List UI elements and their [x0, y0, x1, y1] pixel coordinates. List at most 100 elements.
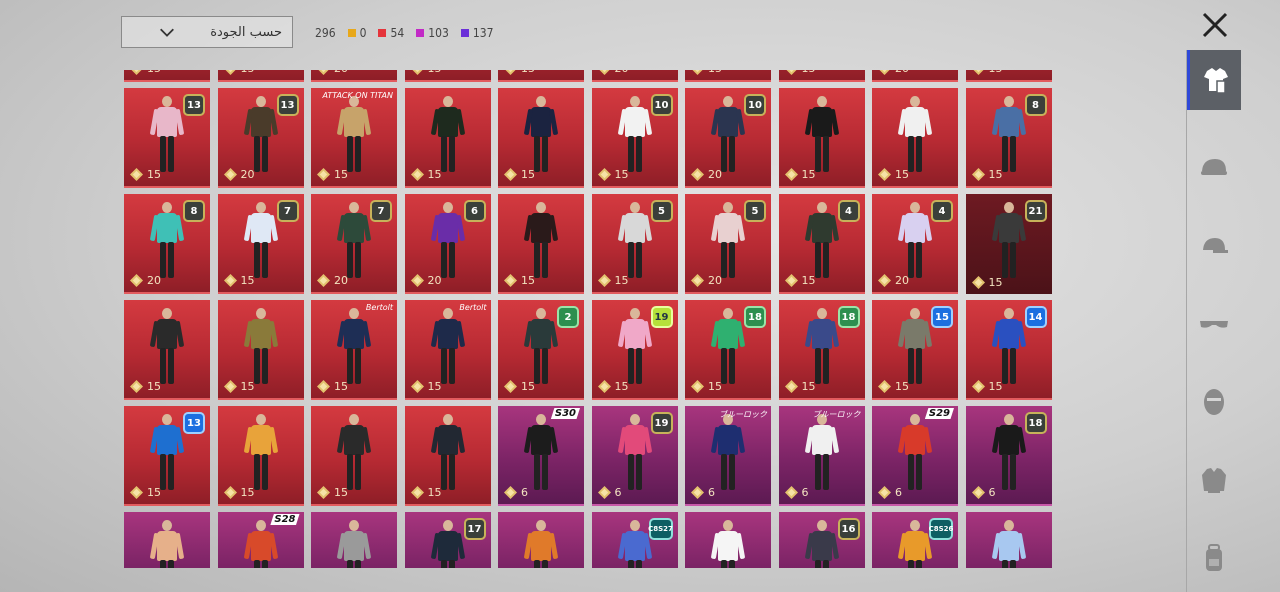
item-price-value: 20	[708, 274, 722, 287]
helmet-icon	[1201, 159, 1227, 175]
outfit-card[interactable]	[124, 512, 210, 568]
item-price: 15	[223, 380, 255, 393]
outfit-card[interactable]: 21 15	[965, 194, 1052, 294]
outfit-card[interactable]: 18 15	[685, 300, 771, 400]
outfit-thumbnail	[710, 96, 746, 174]
outfit-thumbnail	[897, 96, 933, 174]
outfit-card[interactable]: 13 15	[124, 88, 210, 188]
outfit-card[interactable]: 13 20	[217, 88, 304, 188]
outfit-card[interactable]: 7 15	[217, 194, 304, 294]
outfit-card[interactable]: ATTACK ON TITAN 15	[311, 88, 397, 188]
outfit-card[interactable]: 19 6	[591, 406, 678, 506]
outfit-card[interactable]: 4 15	[778, 194, 865, 294]
outfit-card[interactable]: 20	[872, 70, 958, 82]
outfit-thumbnail	[523, 414, 559, 492]
outfit-card[interactable]: 10 20	[685, 88, 771, 188]
outfit-card[interactable]: 15	[498, 194, 584, 294]
outfit-card[interactable]: 15	[404, 70, 491, 82]
outfit-card[interactable]: 4 20	[872, 194, 958, 294]
outfit-thumbnail	[430, 308, 465, 386]
outfit-card[interactable]: 17	[404, 512, 491, 568]
outfit-card[interactable]: 15	[404, 406, 491, 506]
coin-icon	[225, 70, 235, 75]
outfit-card[interactable]: ブルーロック 6	[778, 406, 865, 506]
outfit-card[interactable]: C8S27	[591, 512, 678, 568]
outfit-card[interactable]	[965, 512, 1052, 568]
outfit-card[interactable]: 13 15	[124, 406, 210, 506]
outfit-card[interactable]: 15	[498, 88, 584, 188]
outfit-card[interactable]: 2 15	[498, 300, 584, 400]
outfit-thumbnail	[336, 96, 372, 174]
outfit-card[interactable]: 5 20	[685, 194, 771, 294]
outfit-thumbnail	[804, 96, 839, 174]
outfit-thumbnail	[710, 308, 746, 386]
items-grid-viewport[interactable]: 1515201515201515201513151320ATTACK ON TI…	[124, 70, 1052, 568]
outfit-card[interactable]: 16	[778, 512, 865, 568]
outfit-card[interactable]: 7 20	[311, 194, 397, 294]
outfit-card[interactable]: ブルーロック 6	[685, 406, 771, 506]
outfit-thumbnail	[149, 96, 185, 174]
outfit-card[interactable]: 6 20	[404, 194, 491, 294]
sort-dropdown[interactable]: حسب الجودة	[121, 16, 293, 48]
item-price-value: 20	[334, 70, 348, 75]
outfit-card[interactable]: 15	[311, 406, 397, 506]
outfit-card[interactable]: 15	[965, 70, 1052, 82]
outfit-card[interactable]: Bertolt 15	[311, 300, 397, 400]
outfit-thumbnail	[523, 96, 559, 174]
item-price: 15	[504, 274, 535, 287]
outfit-card[interactable]: 18 15	[778, 300, 865, 400]
category-glasses[interactable]	[1187, 294, 1241, 354]
outfit-thumbnail	[523, 308, 559, 386]
outfit-card[interactable]: 5 15	[591, 194, 678, 294]
level-badge: 13	[276, 94, 299, 116]
outfit-card[interactable]: 15 15	[872, 300, 958, 400]
outfit-card[interactable]: 15	[124, 70, 210, 82]
outfit-thumbnail	[617, 202, 652, 280]
outfit-card[interactable]: 15	[217, 70, 304, 82]
outfit-card[interactable]: 15	[404, 88, 491, 188]
outfit-card[interactable]: C8S26	[872, 512, 958, 568]
outfit-card[interactable]: 20	[591, 70, 678, 82]
item-price-value: 15	[147, 380, 161, 393]
category-backpack[interactable]	[1187, 528, 1241, 588]
coin-icon	[410, 168, 424, 181]
coin-icon	[130, 380, 143, 393]
category-hat[interactable]	[1187, 216, 1241, 276]
outfit-card[interactable]: S28	[217, 512, 304, 568]
outfit-card[interactable]: 8 15	[965, 88, 1052, 188]
outfit-card[interactable]	[498, 512, 584, 568]
outfit-card[interactable]: Bertolt 15	[404, 300, 491, 400]
close-button[interactable]	[1198, 8, 1232, 42]
outfit-thumbnail	[991, 96, 1026, 174]
outfit-card[interactable]: 19 15	[591, 300, 678, 400]
coin-icon	[879, 70, 890, 75]
mythic-swatch	[378, 29, 387, 37]
category-mask[interactable]	[1187, 372, 1241, 432]
category-jacket[interactable]	[1187, 450, 1241, 510]
level-badge: 7	[370, 200, 392, 222]
outfit-card[interactable]	[311, 512, 397, 568]
outfit-thumbnail	[430, 414, 465, 492]
outfit-card[interactable]: 10 15	[591, 88, 678, 188]
outfit-card[interactable]: 18 6	[965, 406, 1052, 506]
outfit-card[interactable]: 15	[498, 70, 584, 82]
outfit-card[interactable]: 8 20	[124, 194, 210, 294]
item-price: 15	[504, 380, 535, 393]
outfit-card[interactable]: 15	[778, 88, 865, 188]
outfit-card[interactable]: 15	[124, 300, 210, 400]
outfit-card[interactable]	[685, 512, 771, 568]
outfit-card[interactable]: 14 15	[965, 300, 1052, 400]
category-outfit[interactable]	[1187, 50, 1241, 110]
outfit-card[interactable]: 15	[217, 300, 304, 400]
outfit-card[interactable]: 15	[217, 406, 304, 506]
outfit-card[interactable]: S29 6	[872, 406, 958, 506]
outfit-card[interactable]: 20	[311, 70, 397, 82]
outfit-card[interactable]: 15	[685, 70, 771, 82]
category-helmet[interactable]	[1187, 138, 1241, 198]
item-price: 20	[317, 70, 348, 75]
outfit-card[interactable]: S30 6	[498, 406, 584, 506]
item-price: 15	[785, 70, 816, 75]
item-price-value: 15	[988, 276, 1003, 289]
outfit-card[interactable]: 15	[872, 88, 958, 188]
outfit-card[interactable]: 15	[778, 70, 865, 82]
